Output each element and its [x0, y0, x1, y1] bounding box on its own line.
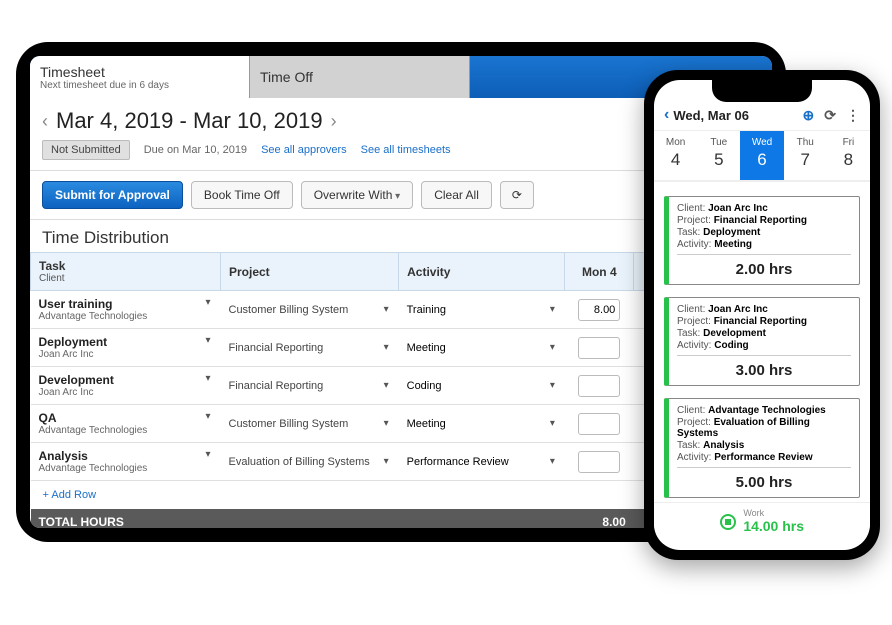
back-icon[interactable]: ‹ — [664, 106, 669, 124]
hours-mon-input[interactable] — [578, 451, 620, 473]
work-label: Work — [743, 509, 804, 518]
project-cell[interactable]: Financial Reporting — [229, 342, 391, 354]
task-cell[interactable]: DeploymentJoan Arc Inc — [39, 335, 213, 360]
project-cell[interactable]: Evaluation of Billing Systems — [229, 456, 391, 468]
time-entry-card[interactable]: Client: Joan Arc IncProject: Financial R… — [664, 297, 860, 386]
phone-frame: ‹ Wed, Mar 06 ⊕ ⟳ ⋮ Mon 4Tue 5Wed 6Thu 7Fri 8… — [644, 70, 880, 560]
day-number: 7 — [784, 150, 827, 170]
tab-timeoff[interactable]: Time Off — [250, 56, 470, 98]
col-activity[interactable]: Activity — [399, 253, 565, 291]
day-number: 5 — [697, 150, 740, 170]
refresh-button[interactable]: ⟳ — [500, 181, 534, 209]
time-entry-card[interactable]: Client: Advantage TechnologiesProject: E… — [664, 398, 860, 498]
client-name: Advantage Technologies — [39, 463, 199, 474]
day-number: 8 — [827, 150, 870, 170]
card-hours: 3.00 hrs — [677, 355, 851, 381]
client-name: Joan Arc Inc — [39, 349, 199, 360]
add-icon[interactable]: ⊕ — [803, 107, 815, 124]
refresh-icon: ⟳ — [512, 188, 522, 202]
client-name: Joan Arc Inc — [39, 387, 199, 398]
submit-button[interactable]: Submit for Approval — [42, 181, 183, 209]
day-of-week: Fri — [827, 137, 870, 148]
col-project[interactable]: Project — [221, 253, 399, 291]
hours-mon-input[interactable] — [578, 337, 620, 359]
task-name: User training — [39, 297, 199, 311]
task-cell[interactable]: QAAdvantage Technologies — [39, 411, 213, 436]
activity-cell[interactable]: Meeting — [407, 418, 557, 430]
phone-notch — [712, 80, 812, 102]
day-number: 4 — [654, 150, 697, 170]
day-cell[interactable]: Mon 4 — [654, 131, 697, 180]
activity-cell[interactable]: Performance Review — [407, 456, 557, 468]
card-hours: 2.00 hrs — [677, 254, 851, 280]
timer-icon — [720, 514, 736, 530]
task-name: Deployment — [39, 335, 199, 349]
phone-screen: ‹ Wed, Mar 06 ⊕ ⟳ ⋮ Mon 4Tue 5Wed 6Thu 7Fri 8… — [654, 80, 870, 550]
task-cell[interactable]: User trainingAdvantage Technologies — [39, 297, 213, 322]
header-date: Wed, Mar 06 — [673, 108, 749, 123]
project-cell[interactable]: Customer Billing System — [229, 418, 391, 430]
link-timesheets[interactable]: See all timesheets — [361, 144, 451, 156]
day-cell[interactable]: Tue 5 — [697, 131, 740, 180]
task-name: Development — [39, 373, 199, 387]
overwrite-with-button[interactable]: Overwrite With — [301, 181, 414, 209]
day-of-week: Wed — [740, 137, 783, 148]
day-number: 6 — [740, 150, 783, 170]
client-name: Advantage Technologies — [39, 311, 199, 322]
total-mon: 8.00 — [565, 509, 634, 528]
tab-title: Time Off — [260, 69, 459, 85]
project-cell[interactable]: Customer Billing System — [229, 304, 391, 316]
day-cell[interactable]: Thu 7 — [784, 131, 827, 180]
day-selector: Mon 4Tue 5Wed 6Thu 7Fri 8 — [654, 131, 870, 182]
day-cell[interactable]: Wed 6 — [740, 131, 783, 180]
due-text: Due on Mar 10, 2019 — [144, 144, 247, 156]
work-total: Work 14.00 hrs — [654, 502, 870, 544]
hours-mon-input[interactable] — [578, 413, 620, 435]
total-label: TOTAL HOURS — [31, 509, 565, 528]
task-name: QA — [39, 411, 199, 425]
task-cell[interactable]: AnalysisAdvantage Technologies — [39, 449, 213, 474]
day-cell[interactable]: Fri 8 — [827, 131, 870, 180]
col-mon[interactable]: Mon 4 — [565, 253, 634, 291]
entry-cards[interactable]: Client: Joan Arc IncProject: Financial R… — [654, 182, 870, 522]
date-range: Mar 4, 2019 - Mar 10, 2019 — [56, 108, 323, 134]
tab-subtitle: Next timesheet due in 6 days — [40, 80, 239, 91]
activity-cell[interactable]: Meeting — [407, 342, 557, 354]
activity-cell[interactable]: Coding — [407, 380, 557, 392]
task-name: Analysis — [39, 449, 199, 463]
col-task[interactable]: Task Client — [31, 253, 221, 291]
prev-week-icon[interactable]: ‹ — [42, 111, 48, 132]
clear-all-button[interactable]: Clear All — [421, 181, 492, 209]
time-entry-card[interactable]: Client: Joan Arc IncProject: Financial R… — [664, 196, 860, 285]
refresh-icon[interactable]: ⟳ — [824, 107, 836, 124]
hours-mon-input[interactable] — [578, 299, 620, 321]
tab-timesheet[interactable]: Timesheet Next timesheet due in 6 days — [30, 56, 250, 98]
book-time-off-button[interactable]: Book Time Off — [191, 181, 293, 209]
more-icon[interactable]: ⋮ — [846, 107, 860, 124]
activity-cell[interactable]: Training — [407, 304, 557, 316]
link-approvers[interactable]: See all approvers — [261, 144, 347, 156]
hours-mon-input[interactable] — [578, 375, 620, 397]
day-of-week: Tue — [697, 137, 740, 148]
client-name: Advantage Technologies — [39, 425, 199, 436]
day-of-week: Thu — [784, 137, 827, 148]
day-of-week: Mon — [654, 137, 697, 148]
card-hours: 5.00 hrs — [677, 467, 851, 493]
status-badge: Not Submitted — [42, 140, 130, 160]
tab-title: Timesheet — [40, 64, 239, 80]
next-week-icon[interactable]: › — [331, 111, 337, 132]
project-cell[interactable]: Financial Reporting — [229, 380, 391, 392]
task-cell[interactable]: DevelopmentJoan Arc Inc — [39, 373, 213, 398]
work-hours: 14.00 hrs — [743, 518, 804, 534]
